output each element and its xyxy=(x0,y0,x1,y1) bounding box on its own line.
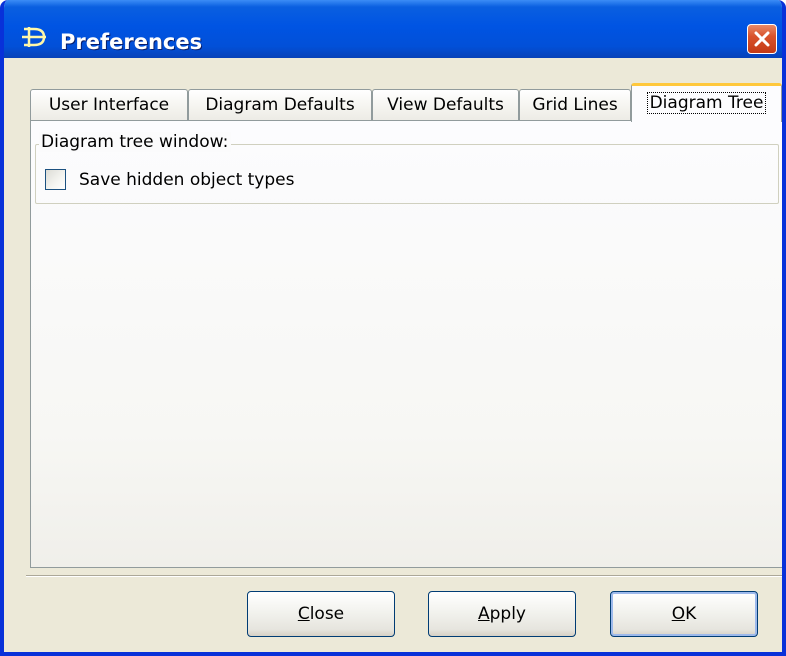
button-label: lose xyxy=(309,604,345,624)
mnemonic: C xyxy=(297,604,310,624)
tab-label: View Defaults xyxy=(387,95,504,115)
ok-button[interactable]: OK xyxy=(610,591,758,637)
tab-label: Diagram Defaults xyxy=(205,95,355,115)
save-hidden-object-types-label[interactable]: Save hidden object types xyxy=(79,170,294,190)
tab-diagram-tree[interactable]: Diagram Tree xyxy=(631,83,782,122)
button-separator xyxy=(26,575,782,577)
preferences-dialog: Preferences User Interface Diagram Defau… xyxy=(0,0,786,656)
tab-view-defaults[interactable]: View Defaults xyxy=(372,89,519,121)
tab-label: Grid Lines xyxy=(532,95,618,115)
mnemonic: O xyxy=(671,604,686,624)
button-label: K xyxy=(685,604,697,624)
save-hidden-object-types-checkbox[interactable] xyxy=(45,169,66,190)
button-label: pply xyxy=(489,604,526,624)
tab-label: User Interface xyxy=(48,95,170,115)
close-icon xyxy=(754,31,770,47)
app-diagram-icon xyxy=(20,25,50,49)
mnemonic: A xyxy=(477,604,490,624)
close-window-button[interactable] xyxy=(747,24,777,54)
close-button[interactable]: Close xyxy=(247,591,395,637)
tab-diagram-defaults[interactable]: Diagram Defaults xyxy=(188,89,372,121)
group-title: Diagram tree window: xyxy=(39,132,232,152)
title-bar[interactable]: Preferences xyxy=(4,0,782,58)
tab-panel-diagram-tree: Diagram tree window: Save hidden object … xyxy=(30,120,782,568)
tab-user-interface[interactable]: User Interface xyxy=(30,89,188,121)
window-title: Preferences xyxy=(60,30,203,54)
tab-grid-lines[interactable]: Grid Lines xyxy=(519,89,631,121)
tab-label: Diagram Tree xyxy=(646,92,767,114)
apply-button[interactable]: Apply xyxy=(428,591,576,637)
